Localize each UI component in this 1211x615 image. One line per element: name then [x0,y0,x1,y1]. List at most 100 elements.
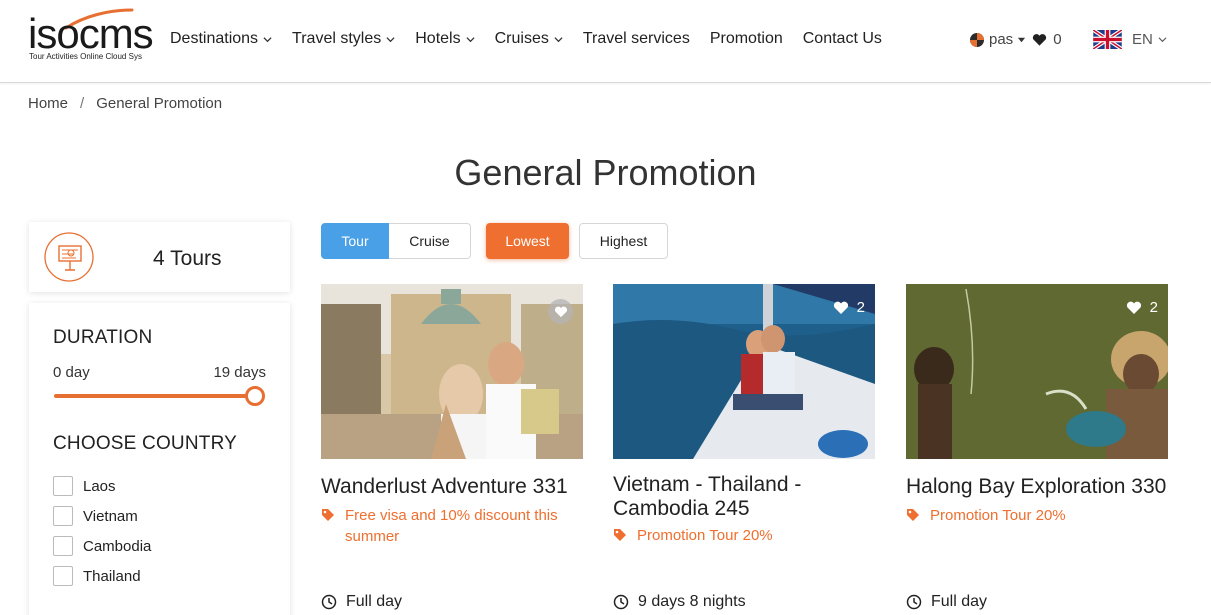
favorite-count: 2 [1149,299,1158,316]
promo-text: Free visa and 10% discount this summer [345,507,558,545]
tour-title[interactable]: Wanderlust Adventure 331 [321,475,583,499]
sort-lowest-button[interactable]: Lowest [486,223,569,259]
nav-destinations[interactable]: Destinations [170,30,272,48]
country-option-cambodia[interactable]: Cambodia [53,531,151,561]
chevron-down-icon [386,36,395,42]
nav-label: Cruises [494,30,549,47]
nav-contact-us[interactable]: Contact Us [803,30,882,48]
tour-card[interactable]: 2 Halong Bay Exploration 330 Promotion T… [906,284,1168,610]
user-avatar-icon [970,32,984,47]
tour-image[interactable] [321,284,583,459]
heart-icon [548,299,573,324]
nav-label: Hotels [415,30,461,47]
duration-slider-handle[interactable] [245,386,265,406]
type-toggle: Tour Cruise [321,223,471,259]
duration-text: 9 days 8 nights [638,593,746,610]
promo-line: Promotion Tour 20% [906,505,1168,526]
tour-title[interactable]: Halong Bay Exploration 330 [906,475,1168,499]
nav-label: Destinations [170,30,259,47]
tour-duration: Full day [906,593,987,611]
tour-image[interactable]: 2 [906,284,1168,459]
country-checkbox[interactable] [53,536,73,556]
country-option-vietnam[interactable]: Vietnam [53,501,151,531]
country-option-thailand[interactable]: Thailand [53,561,151,591]
tag-icon [907,509,919,521]
country-label: Cambodia [83,537,152,555]
duration-text: Full day [931,593,988,610]
sort-highest-button[interactable]: Highest [579,223,668,259]
tag-icon [614,529,626,541]
nav-label: Travel styles [292,30,382,47]
clock-icon [613,594,629,610]
tag-icon [322,509,334,521]
tour-card[interactable]: 2 Vietnam - Thailand - Cambodia 245 Prom… [613,284,875,610]
duration-slider-track[interactable] [54,394,256,398]
country-label: Vietnam [83,507,138,525]
filter-panel: DURATION 0 day 19 days CHOOSE COUNTRY La… [29,303,290,615]
promo-line: Promotion Tour 20% [613,525,875,546]
breadcrumb-current: General Promotion [96,95,223,112]
language-selector[interactable]: EN [1093,30,1167,49]
nav-cruises[interactable]: Cruises [495,30,563,48]
tour-image[interactable]: 2 [613,284,875,459]
user-name: pas [989,31,1014,48]
chevron-down-icon [263,36,272,42]
brand-name: isocms [28,10,154,57]
language-code: EN [1132,31,1153,48]
favorite-toggle[interactable]: 2 [1126,299,1158,316]
country-list: Laos Vietnam Cambodia Thailand [53,471,151,591]
uk-flag-icon [1093,30,1122,49]
heart-icon [1126,301,1141,314]
country-checkbox[interactable] [53,566,73,586]
country-label: Laos [83,477,116,495]
brand-logo[interactable]: isocms Tour Activities Online Cloud Sys [28,8,154,64]
breadcrumb-separator: / [80,95,85,112]
country-option-laos[interactable]: Laos [53,471,151,501]
main-nav: Destinations Travel styles Hotels Cruise… [170,30,902,48]
breadcrumb: Home / General Promotion [28,95,222,112]
nav-label: Promotion [709,30,783,47]
country-checkbox[interactable] [53,476,73,496]
promo-text: Promotion Tour 20% [930,507,1066,524]
chevron-down-icon [466,36,475,42]
results-count-box: 4 Tours [29,222,290,292]
tab-tour[interactable]: Tour [321,223,389,259]
heart-icon [833,301,848,314]
wishlist-count: 0 [1053,31,1062,48]
duration-max: 19 days [213,364,266,381]
results-count: 4 Tours [153,247,222,270]
country-checkbox[interactable] [53,506,73,526]
clock-icon [321,594,337,610]
heart-icon[interactable] [1032,33,1047,47]
favorite-toggle[interactable] [548,299,573,324]
page-title: General Promotion [454,152,757,193]
nav-label: Contact Us [802,30,882,47]
tour-card[interactable]: Wanderlust Adventure 331 Free visa and 1… [321,284,583,610]
favorite-count: 2 [856,299,865,316]
breadcrumb-home[interactable]: Home [28,95,68,112]
clock-icon [906,594,922,610]
site-header: isocms Tour Activities Online Cloud Sys … [0,0,1211,83]
map-board-icon [44,232,94,282]
nav-hotels[interactable]: Hotels [415,30,475,48]
promo-text: Promotion Tour 20% [637,527,773,544]
nav-promotion[interactable]: Promotion [710,30,783,48]
chevron-down-icon [1158,37,1167,43]
tour-photo [321,284,583,459]
tour-duration: 9 days 8 nights [613,593,746,611]
country-heading: CHOOSE COUNTRY [53,433,238,454]
tab-cruise[interactable]: Cruise [389,223,471,259]
nav-travel-services[interactable]: Travel services [583,30,690,48]
tour-duration: Full day [321,593,402,611]
duration-text: Full day [346,593,403,610]
nav-label: Travel services [582,30,690,47]
country-label: Thailand [83,567,141,585]
nav-travel-styles[interactable]: Travel styles [292,30,395,48]
promo-line: Free visa and 10% discount this summer [321,505,583,547]
user-menu[interactable]: pas 0 [969,31,1062,48]
chevron-down-icon [554,36,563,42]
favorite-toggle[interactable]: 2 [833,299,865,316]
tour-title[interactable]: Vietnam - Thailand - Cambodia 245 [613,473,875,521]
duration-min: 0 day [53,364,90,381]
brand-tagline: Tour Activities Online Cloud Sys [29,52,142,61]
